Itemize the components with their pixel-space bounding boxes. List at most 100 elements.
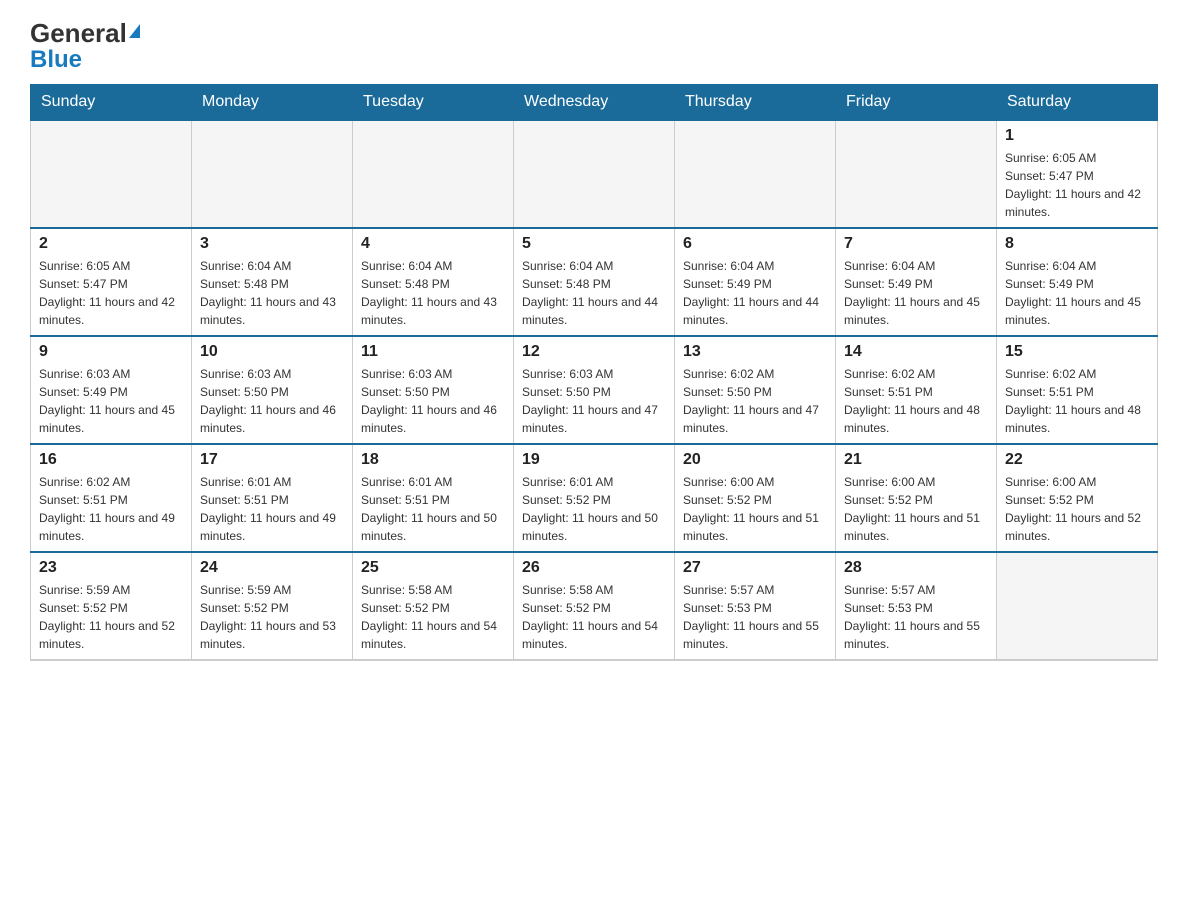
logo-blue: Blue	[30, 46, 82, 74]
header-friday: Friday	[836, 85, 997, 121]
day-info: Sunrise: 6:03 AM Sunset: 5:49 PM Dayligh…	[39, 365, 183, 437]
header-monday: Monday	[192, 85, 353, 121]
week-row-5: 23 Sunrise: 5:59 AM Sunset: 5:52 PM Dayli…	[31, 552, 1158, 660]
day-number: 10	[200, 343, 344, 361]
day-number: 17	[200, 451, 344, 469]
day-cell: 22 Sunrise: 6:00 AM Sunset: 5:52 PM Dayli…	[997, 444, 1158, 552]
day-cell: 21 Sunrise: 6:00 AM Sunset: 5:52 PM Dayli…	[836, 444, 997, 552]
day-number: 5	[522, 235, 666, 253]
day-info: Sunrise: 5:57 AM Sunset: 5:53 PM Dayligh…	[683, 581, 827, 653]
day-cell: 26 Sunrise: 5:58 AM Sunset: 5:52 PM Dayli…	[514, 552, 675, 660]
week-row-2: 2 Sunrise: 6:05 AM Sunset: 5:47 PM Daylig…	[31, 228, 1158, 336]
day-number: 26	[522, 559, 666, 577]
day-info: Sunrise: 6:04 AM Sunset: 5:48 PM Dayligh…	[522, 257, 666, 329]
day-number: 18	[361, 451, 505, 469]
header-sunday: Sunday	[31, 85, 192, 121]
day-info: Sunrise: 5:59 AM Sunset: 5:52 PM Dayligh…	[200, 581, 344, 653]
day-cell	[31, 120, 192, 228]
day-info: Sunrise: 6:01 AM Sunset: 5:51 PM Dayligh…	[200, 473, 344, 545]
day-info: Sunrise: 6:02 AM Sunset: 5:51 PM Dayligh…	[1005, 365, 1149, 437]
day-cell: 14Sunrise: 6:02 AM Sunset: 5:51 PM Dayli…	[836, 336, 997, 444]
day-cell: 15 Sunrise: 6:02 AM Sunset: 5:51 PM Dayli…	[997, 336, 1158, 444]
header-thursday: Thursday	[675, 85, 836, 121]
day-cell: 17 Sunrise: 6:01 AM Sunset: 5:51 PM Dayli…	[192, 444, 353, 552]
day-info: Sunrise: 6:00 AM Sunset: 5:52 PM Dayligh…	[844, 473, 988, 545]
calendar-table: SundayMondayTuesdayWednesdayThursdayFrid…	[30, 84, 1158, 661]
day-info: Sunrise: 6:03 AM Sunset: 5:50 PM Dayligh…	[361, 365, 505, 437]
day-cell: 19Sunrise: 6:01 AM Sunset: 5:52 PM Dayli…	[514, 444, 675, 552]
day-info: Sunrise: 6:02 AM Sunset: 5:50 PM Dayligh…	[683, 365, 827, 437]
day-info: Sunrise: 5:58 AM Sunset: 5:52 PM Dayligh…	[361, 581, 505, 653]
day-number: 15	[1005, 343, 1149, 361]
day-number: 24	[200, 559, 344, 577]
day-info: Sunrise: 5:58 AM Sunset: 5:52 PM Dayligh…	[522, 581, 666, 653]
day-info: Sunrise: 6:04 AM Sunset: 5:48 PM Dayligh…	[361, 257, 505, 329]
day-number: 13	[683, 343, 827, 361]
day-number: 7	[844, 235, 988, 253]
day-cell: 25Sunrise: 5:58 AM Sunset: 5:52 PM Dayli…	[353, 552, 514, 660]
day-cell: 6 Sunrise: 6:04 AM Sunset: 5:49 PM Daylig…	[675, 228, 836, 336]
day-number: 23	[39, 559, 183, 577]
day-number: 2	[39, 235, 183, 253]
header-wednesday: Wednesday	[514, 85, 675, 121]
day-number: 11	[361, 343, 505, 361]
day-cell: 20 Sunrise: 6:00 AM Sunset: 5:52 PM Dayli…	[675, 444, 836, 552]
day-info: Sunrise: 6:00 AM Sunset: 5:52 PM Dayligh…	[1005, 473, 1149, 545]
logo: General Blue	[30, 20, 140, 74]
logo-general: General	[30, 20, 127, 46]
day-cell	[514, 120, 675, 228]
day-number: 20	[683, 451, 827, 469]
day-info: Sunrise: 6:03 AM Sunset: 5:50 PM Dayligh…	[522, 365, 666, 437]
day-cell: 23 Sunrise: 5:59 AM Sunset: 5:52 PM Dayli…	[31, 552, 192, 660]
day-info: Sunrise: 5:57 AM Sunset: 5:53 PM Dayligh…	[844, 581, 988, 653]
day-info: Sunrise: 6:05 AM Sunset: 5:47 PM Dayligh…	[1005, 149, 1149, 221]
day-number: 16	[39, 451, 183, 469]
day-cell: 5 Sunrise: 6:04 AM Sunset: 5:48 PM Daylig…	[514, 228, 675, 336]
day-number: 8	[1005, 235, 1149, 253]
day-cell: 9Sunrise: 6:03 AM Sunset: 5:49 PM Daylig…	[31, 336, 192, 444]
day-info: Sunrise: 6:00 AM Sunset: 5:52 PM Dayligh…	[683, 473, 827, 545]
week-row-1: 1 Sunrise: 6:05 AM Sunset: 5:47 PM Daylig…	[31, 120, 1158, 228]
day-info: Sunrise: 6:04 AM Sunset: 5:49 PM Dayligh…	[683, 257, 827, 329]
day-number: 12	[522, 343, 666, 361]
day-number: 3	[200, 235, 344, 253]
day-info: Sunrise: 5:59 AM Sunset: 5:52 PM Dayligh…	[39, 581, 183, 653]
day-cell: 8 Sunrise: 6:04 AM Sunset: 5:49 PM Daylig…	[997, 228, 1158, 336]
calendar-header-row: SundayMondayTuesdayWednesdayThursdayFrid…	[31, 85, 1158, 121]
day-cell: 12 Sunrise: 6:03 AM Sunset: 5:50 PM Dayli…	[514, 336, 675, 444]
day-info: Sunrise: 6:02 AM Sunset: 5:51 PM Dayligh…	[844, 365, 988, 437]
day-cell	[353, 120, 514, 228]
day-cell: 27 Sunrise: 5:57 AM Sunset: 5:53 PM Dayli…	[675, 552, 836, 660]
day-cell: 11 Sunrise: 6:03 AM Sunset: 5:50 PM Dayli…	[353, 336, 514, 444]
day-number: 1	[1005, 127, 1149, 145]
day-cell: 7 Sunrise: 6:04 AM Sunset: 5:49 PM Daylig…	[836, 228, 997, 336]
day-cell: 13 Sunrise: 6:02 AM Sunset: 5:50 PM Dayli…	[675, 336, 836, 444]
day-cell: 2 Sunrise: 6:05 AM Sunset: 5:47 PM Daylig…	[31, 228, 192, 336]
day-cell: 10 Sunrise: 6:03 AM Sunset: 5:50 PM Dayli…	[192, 336, 353, 444]
page-header: General Blue	[30, 20, 1158, 74]
day-info: Sunrise: 6:04 AM Sunset: 5:49 PM Dayligh…	[844, 257, 988, 329]
day-cell	[675, 120, 836, 228]
week-row-3: 9Sunrise: 6:03 AM Sunset: 5:49 PM Daylig…	[31, 336, 1158, 444]
header-saturday: Saturday	[997, 85, 1158, 121]
day-number: 28	[844, 559, 988, 577]
header-tuesday: Tuesday	[353, 85, 514, 121]
day-info: Sunrise: 6:05 AM Sunset: 5:47 PM Dayligh…	[39, 257, 183, 329]
day-number: 21	[844, 451, 988, 469]
day-number: 6	[683, 235, 827, 253]
day-cell: 24 Sunrise: 5:59 AM Sunset: 5:52 PM Dayli…	[192, 552, 353, 660]
day-number: 22	[1005, 451, 1149, 469]
day-info: Sunrise: 6:04 AM Sunset: 5:49 PM Dayligh…	[1005, 257, 1149, 329]
day-info: Sunrise: 6:01 AM Sunset: 5:51 PM Dayligh…	[361, 473, 505, 545]
day-cell: 3Sunrise: 6:04 AM Sunset: 5:48 PM Daylig…	[192, 228, 353, 336]
day-cell: 18 Sunrise: 6:01 AM Sunset: 5:51 PM Dayli…	[353, 444, 514, 552]
day-info: Sunrise: 6:03 AM Sunset: 5:50 PM Dayligh…	[200, 365, 344, 437]
day-cell	[997, 552, 1158, 660]
day-cell: 16 Sunrise: 6:02 AM Sunset: 5:51 PM Dayli…	[31, 444, 192, 552]
day-number: 4	[361, 235, 505, 253]
day-info: Sunrise: 6:02 AM Sunset: 5:51 PM Dayligh…	[39, 473, 183, 545]
day-cell: 28 Sunrise: 5:57 AM Sunset: 5:53 PM Dayli…	[836, 552, 997, 660]
day-cell: 1 Sunrise: 6:05 AM Sunset: 5:47 PM Daylig…	[997, 120, 1158, 228]
day-number: 27	[683, 559, 827, 577]
day-cell	[836, 120, 997, 228]
